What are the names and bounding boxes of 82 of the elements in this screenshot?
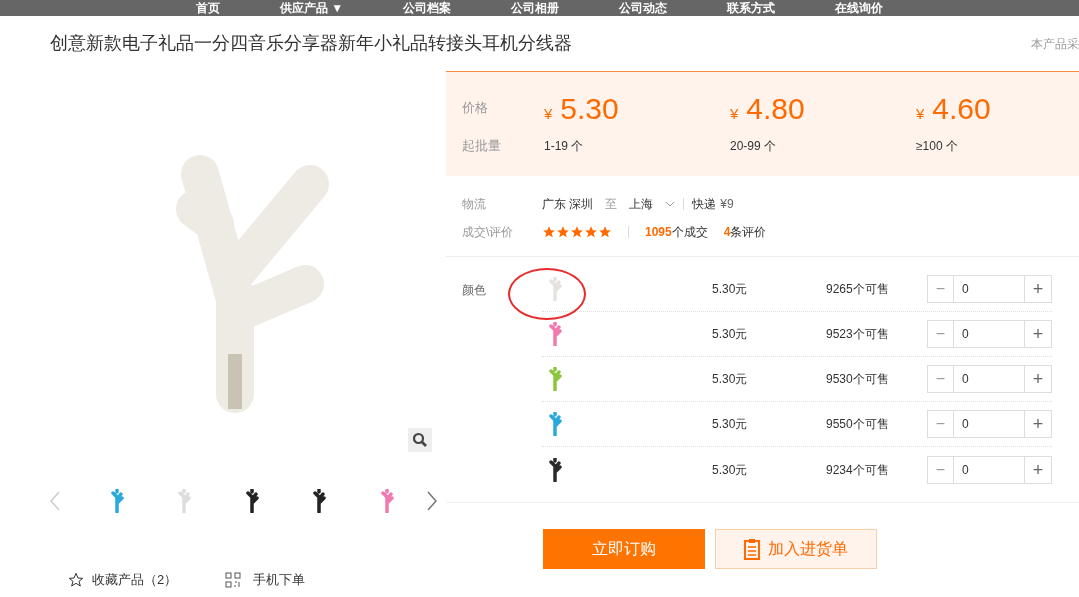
- variant-price: 5.30元: [712, 416, 749, 433]
- nav-link[interactable]: 公司动态: [619, 0, 668, 16]
- chevron-down-icon: [665, 201, 676, 207]
- decrease-button[interactable]: −: [928, 321, 954, 347]
- increase-button[interactable]: +: [1024, 411, 1051, 437]
- quantity-stepper[interactable]: − 0 +: [927, 455, 1052, 484]
- tier-quantity: 20-99 个: [730, 138, 778, 155]
- color-label: 颜色: [462, 282, 487, 297]
- splitter-icon: [548, 457, 562, 482]
- decrease-button[interactable]: −: [928, 366, 954, 392]
- tier-quantity: 1-19 个: [544, 138, 585, 155]
- product-title: 创意新款电子礼品一分四音乐分享器新年小礼品转接头耳机分线器: [50, 32, 572, 55]
- review-count: 4: [723, 224, 731, 241]
- destination-dropdown[interactable]: 上海: [629, 195, 676, 213]
- deal-count: 1095: [645, 224, 672, 241]
- quantity-label: 起批量: [462, 137, 502, 156]
- side-note: 本产品采: [1031, 35, 1079, 53]
- decrease-button[interactable]: −: [928, 276, 954, 302]
- shipping-method: 快递: [692, 196, 717, 213]
- mobile-order-link[interactable]: 手机下单: [225, 570, 306, 590]
- favorite-link[interactable]: 收藏产品（2）: [68, 570, 178, 590]
- nav-link[interactable]: 联系方式: [727, 0, 776, 16]
- splitter-icon: [109, 489, 124, 513]
- deals-label: 成交\评价: [462, 224, 515, 241]
- variant-price: 5.30元: [712, 281, 749, 298]
- decrease-button[interactable]: −: [928, 456, 954, 483]
- nav-link[interactable]: 在线询价: [835, 0, 884, 16]
- qr-code-icon: [225, 571, 242, 588]
- variant-price: 5.30元: [712, 371, 749, 388]
- quantity-stepper[interactable]: − 0 +: [927, 365, 1052, 393]
- tier-quantity: ≥100 个: [916, 138, 958, 155]
- search-icon: [412, 432, 428, 448]
- quantity-stepper[interactable]: − 0 +: [927, 275, 1052, 303]
- nav-link[interactable]: 供应产品 ▼: [279, 0, 344, 16]
- splitter-icon: [177, 489, 192, 513]
- nav-link[interactable]: 公司相册: [511, 0, 560, 16]
- variant-stock: 9234个可售: [826, 461, 890, 479]
- increase-button[interactable]: +: [1024, 321, 1051, 347]
- nav-link[interactable]: 公司档案: [403, 0, 452, 16]
- variant-price: 5.30元: [712, 326, 749, 343]
- zoom-button[interactable]: [408, 428, 432, 452]
- star-icon: [556, 225, 570, 239]
- decrease-button[interactable]: −: [928, 411, 954, 437]
- star-icon: [542, 225, 556, 239]
- star-icon: [570, 225, 584, 239]
- currency-sign: ¥: [544, 103, 553, 124]
- tier-price: 4.60: [932, 90, 991, 127]
- splitter-icon: [380, 489, 394, 513]
- splitter-icon: [548, 412, 562, 436]
- splitter-icon: [548, 367, 562, 391]
- variant-price: 5.30元: [712, 461, 749, 479]
- variant-stock: 9550个可售: [826, 416, 890, 433]
- chevron-right-icon: [426, 491, 437, 511]
- tier-price: 4.80: [746, 90, 805, 127]
- price-label: 价格: [462, 99, 489, 118]
- deal-count-suffix: 个成交: [671, 224, 708, 241]
- splitter-icon: [312, 489, 327, 513]
- star-outline-icon: [68, 571, 84, 588]
- splitter-icon: [244, 489, 259, 513]
- increase-button[interactable]: +: [1024, 276, 1051, 302]
- shipping-fee: ¥9: [720, 196, 734, 213]
- quantity-stepper[interactable]: − 0 +: [927, 320, 1052, 348]
- star-icon: [584, 225, 598, 239]
- splitter-icon: [548, 277, 562, 301]
- variant-stock: 9530个可售: [826, 371, 890, 388]
- to-text: 至: [605, 196, 618, 213]
- quantity-stepper[interactable]: − 0 +: [927, 410, 1052, 438]
- increase-button[interactable]: +: [1024, 456, 1051, 483]
- logistics-label: 物流: [462, 196, 487, 213]
- currency-sign: ¥: [730, 103, 739, 124]
- clipboard-icon: [744, 538, 760, 560]
- increase-button[interactable]: +: [1024, 366, 1051, 392]
- splitter-icon: [548, 322, 562, 346]
- origin-text: 广东 深圳: [542, 196, 594, 213]
- variant-stock: 9265个可售: [826, 281, 890, 298]
- variant-stock: 9523个可售: [826, 326, 890, 343]
- star-icon: [598, 225, 612, 239]
- chevron-left-icon: [50, 491, 60, 511]
- reviews-link[interactable]: 条评价: [730, 223, 767, 241]
- currency-sign: ¥: [916, 103, 925, 124]
- nav-link[interactable]: 首页: [195, 0, 220, 16]
- tier-price: 5.30: [560, 90, 619, 127]
